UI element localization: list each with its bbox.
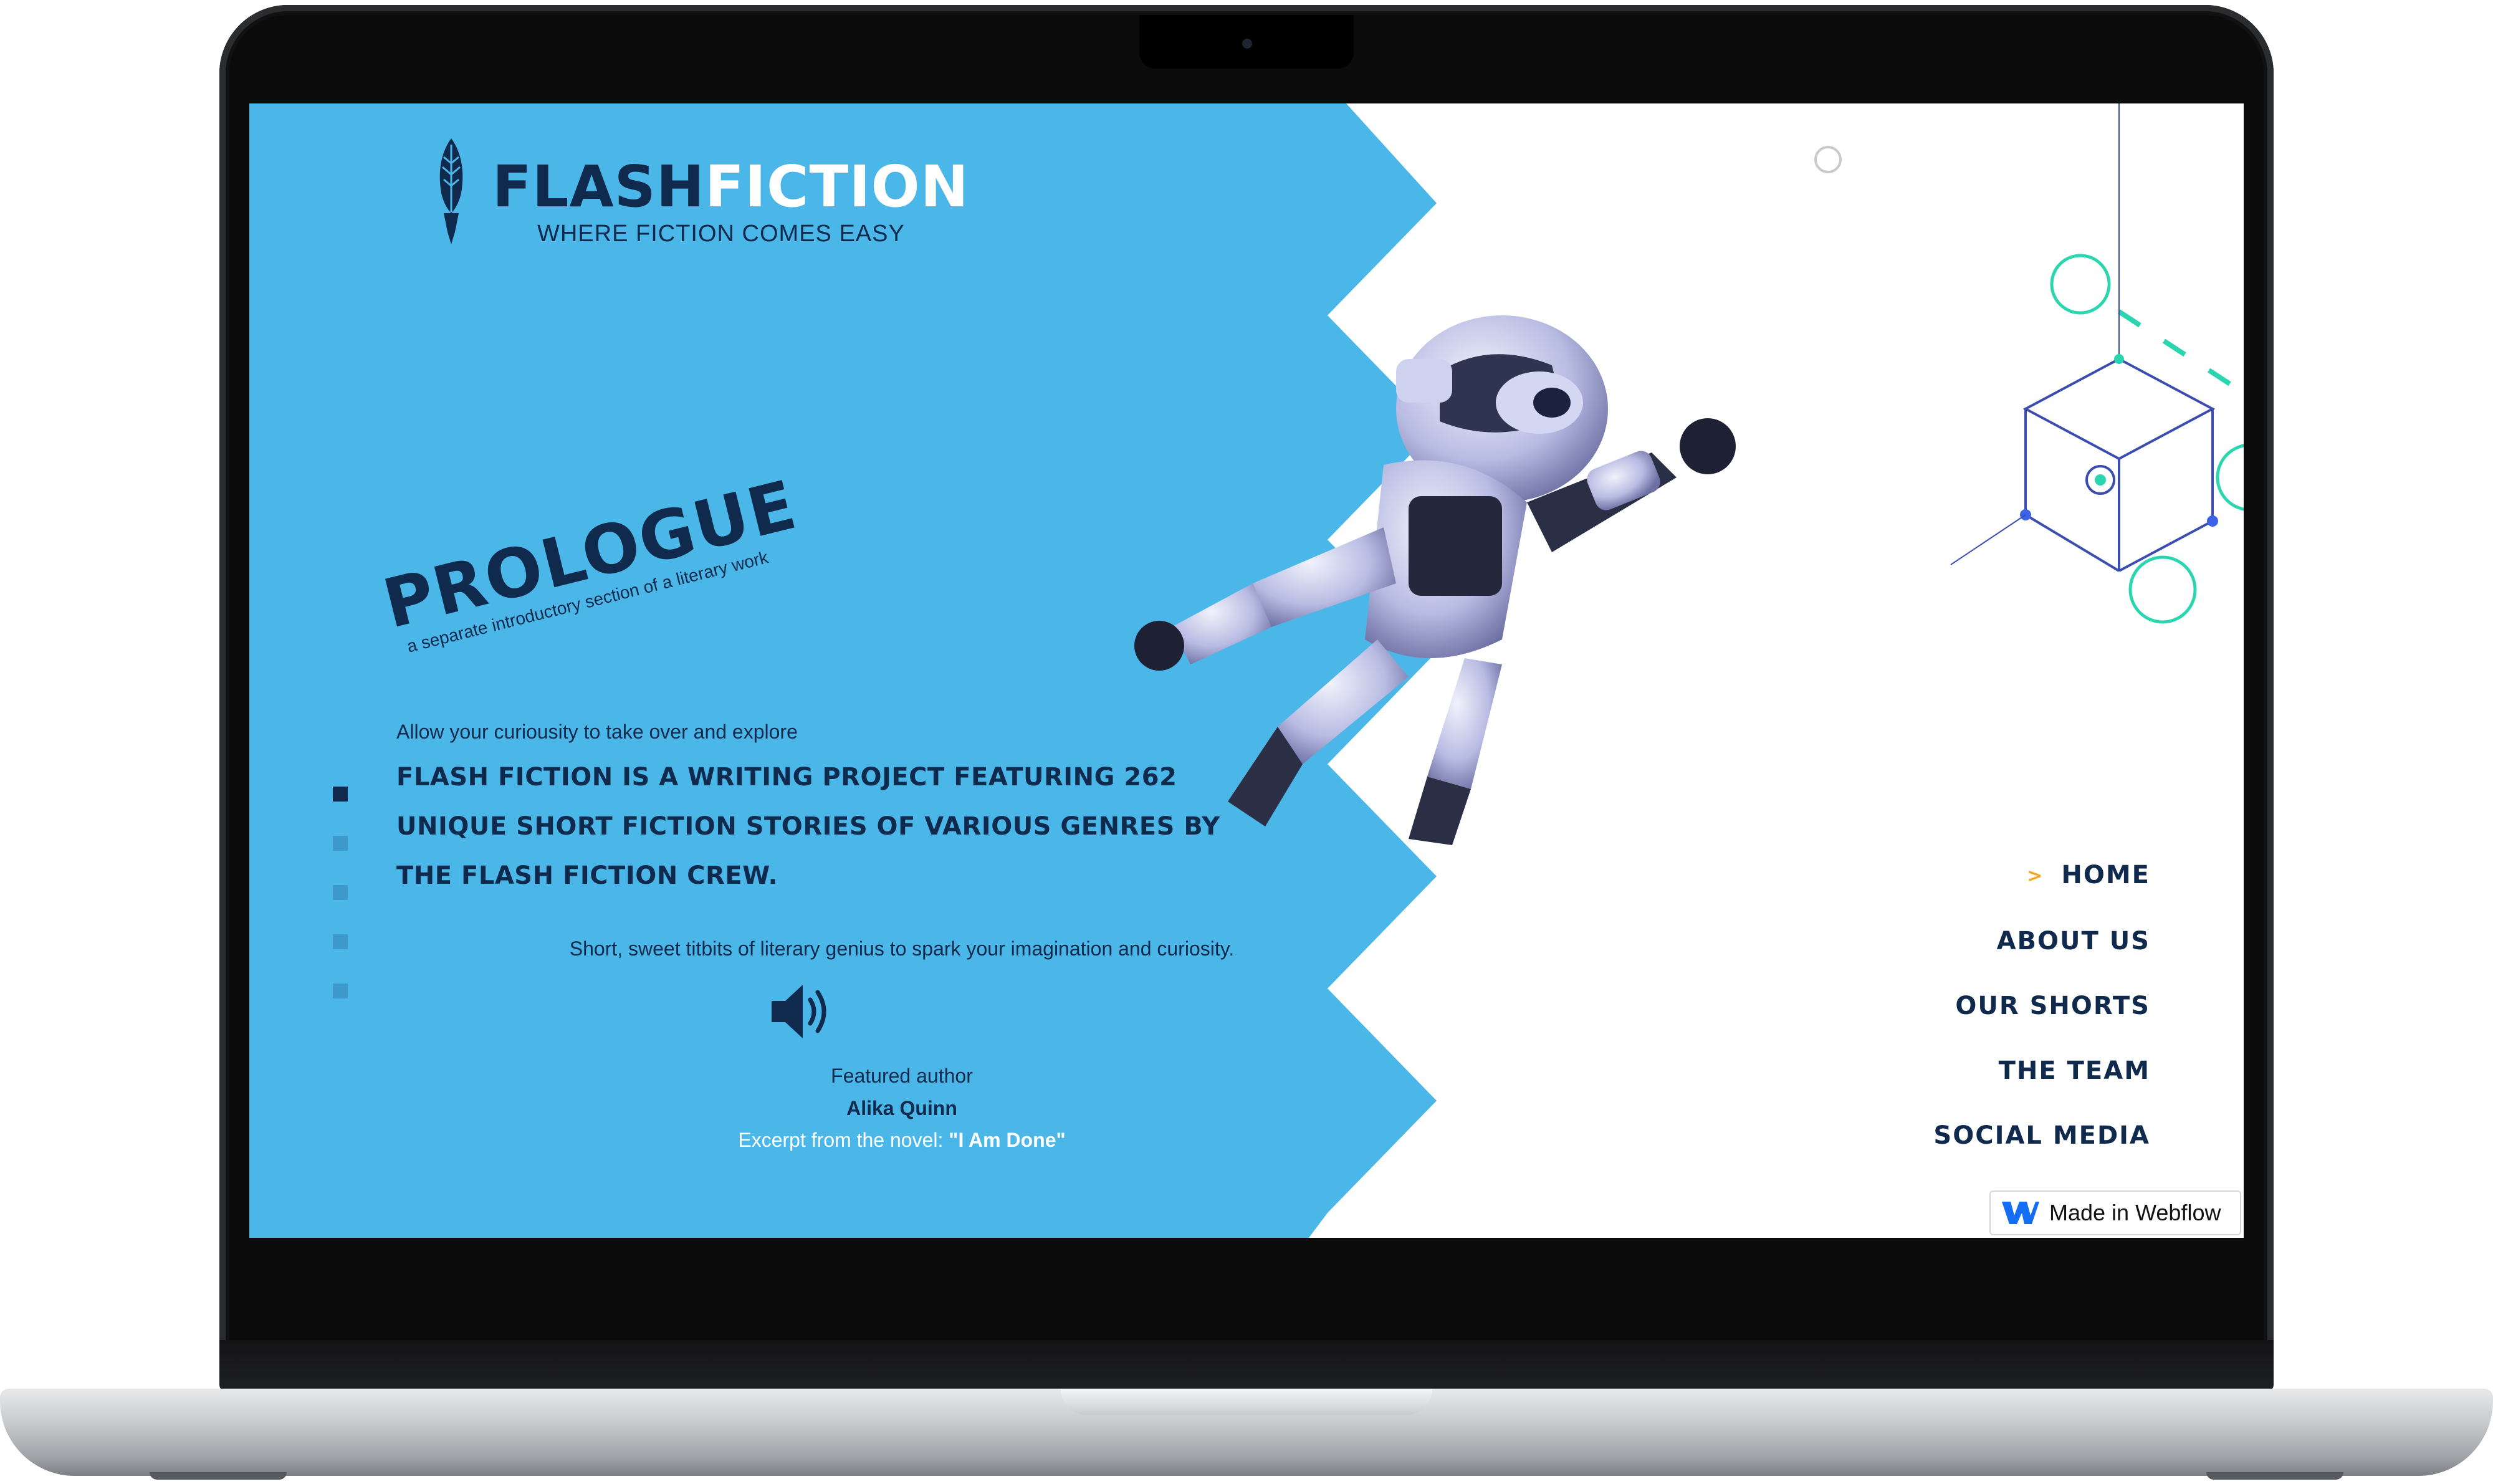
hero-tagline: Short, sweet titbits of literary genius … (569, 937, 1235, 960)
slider-dot-2[interactable] (333, 836, 348, 851)
website-screen: FLASHFICTION WHERE FICTION COMES EASY PR… (249, 103, 2244, 1238)
slider-dot-3[interactable] (333, 885, 348, 900)
laptop-foot-left (150, 1472, 287, 1480)
intro-headline: FLASH FICTION IS A WRITING PROJECT FEATU… (396, 763, 1220, 890)
featured-author-name: Alika Quinn (846, 1097, 957, 1119)
slider-dot-1[interactable] (333, 787, 348, 802)
camera-lens (1242, 39, 1252, 49)
speaker-icon[interactable] (767, 977, 835, 1046)
nav-active-marker: > (2027, 865, 2044, 887)
nav-item-our-shorts[interactable]: OUR SHORTS (1933, 990, 2150, 1022)
quill-icon (439, 138, 463, 244)
nav-item-label: HOME (2061, 861, 2150, 889)
main-nav: > HOME ABOUT US OUR SHORTS THE TEAM SOCIA… (1933, 859, 2150, 1184)
brand-tagline: WHERE FICTION COMES EASY (537, 221, 905, 247)
featured-author-label: Featured author (831, 1065, 973, 1087)
brand-name-light: FICTION (704, 153, 969, 220)
laptop-hinge (219, 1340, 2274, 1391)
brand-name-dark: FLASH (492, 153, 705, 220)
brand-logo[interactable]: FLASHFICTION (492, 153, 969, 220)
nav-item-home[interactable]: > HOME (1933, 859, 2150, 893)
excerpt-title[interactable]: "I Am Done" (949, 1129, 1065, 1151)
slider-dot-5[interactable] (333, 984, 348, 998)
excerpt-line: Excerpt from the novel: "I Am Done" (249, 1129, 1554, 1152)
flying-robot-illustration (1134, 315, 1736, 845)
nav-item-social-media[interactable]: SOCIAL MEDIA (1933, 1119, 2150, 1152)
webflow-badge-label: Made in Webflow (2049, 1200, 2221, 1225)
made-in-webflow-badge[interactable]: Made in Webflow (1989, 1190, 2241, 1235)
webflow-icon (2002, 1202, 2039, 1224)
nav-item-the-team[interactable]: THE TEAM (1933, 1055, 2150, 1087)
trackpad-notch (1061, 1389, 1432, 1415)
nav-item-about-us[interactable]: ABOUT US (1933, 925, 2150, 957)
intro-small-text: Allow your curiousity to take over and e… (396, 720, 798, 743)
laptop-foot-right (2206, 1472, 2343, 1480)
slider-dots (333, 787, 348, 1033)
excerpt-prefix: Excerpt from the novel: (738, 1129, 949, 1151)
